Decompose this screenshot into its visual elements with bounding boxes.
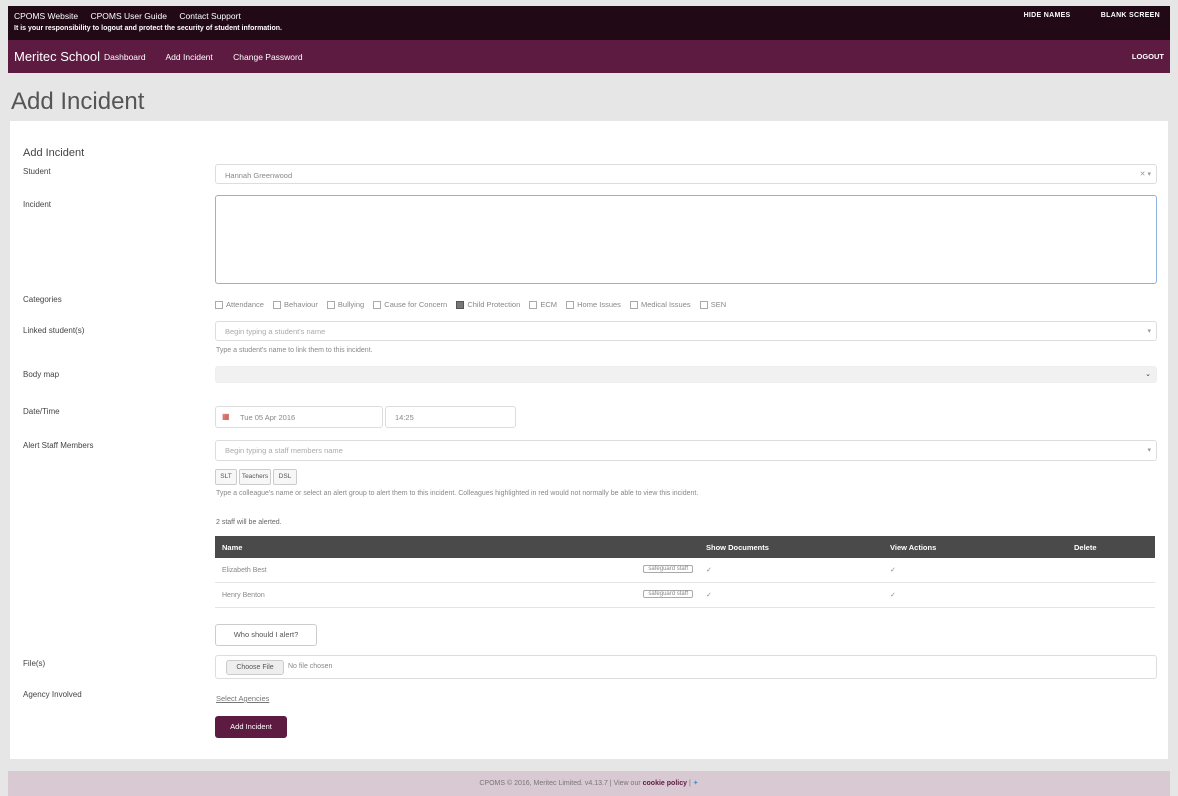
checkbox-icon [273,301,282,310]
contact-support-link[interactable]: Contact Support [179,11,240,21]
category-medical-issues[interactable]: Medical Issues [630,300,691,310]
student-value: Hannah Greenwood [225,171,293,180]
header-show-documents: Show Documents [699,536,883,558]
date-value: Tue 05 Apr 2016 [240,413,296,422]
table-row: Elizabeth Best safeguard staff ✓ ✓ [215,558,1155,583]
files-label: File(s) [23,659,46,668]
linked-students-help: Type a student's name to link them to th… [216,347,373,354]
header-name: Name [215,536,699,558]
footer: CPOMS © 2016, Meritec Limited. v4.13.7 |… [8,771,1170,796]
body-map-select[interactable]: ⌄ [215,366,1157,383]
category-child-protection[interactable]: Child Protection [456,300,520,310]
nav-change-password[interactable]: Change Password [233,52,302,62]
category-sen[interactable]: SEN [699,300,726,310]
blank-screen-button[interactable]: BLANK SCREEN [1101,12,1160,19]
checkbox-icon [326,301,335,310]
student-label: Student [23,167,51,176]
security-warning: It is your responsibility to logout and … [14,25,282,32]
delete-cell[interactable] [1067,582,1155,608]
checkbox-icon [215,301,223,310]
top-right-actions: HIDE NAMES BLANK SCREEN [996,12,1160,19]
staff-count-text: 2 staff will be alerted. [216,519,282,526]
nav-add-incident[interactable]: Add Incident [166,52,213,62]
linked-students-input[interactable]: Begin typing a student's name ▾ [215,321,1157,341]
time-value: 14:25 [395,413,414,422]
student-select[interactable]: Hannah Greenwood ✕ ▾ [215,164,1157,184]
staff-table: Name Show Documents View Actions Delete … [215,536,1155,608]
logout-button[interactable]: LOGOUT [1132,52,1164,61]
agency-label: Agency Involved [23,690,82,699]
categories-group: Attendance Behaviour Bullying Cause for … [215,300,733,310]
select-agencies-link[interactable]: Select Agencies [216,694,269,703]
alert-staff-input[interactable]: Begin typing a staff members name ▾ [215,440,1157,461]
header-view-actions: View Actions [883,536,1067,558]
clear-caret-icon[interactable]: ✕ ▾ [1140,170,1151,178]
add-incident-button[interactable]: Add Incident [215,716,287,738]
category-attendance[interactable]: Attendance [215,300,264,310]
checkbox-icon [566,301,575,310]
no-file-text: No file chosen [288,663,333,670]
nav-links: Dashboard Add Incident Change Password [104,52,321,62]
category-ecm[interactable]: ECM [529,300,557,310]
alert-staff-help: Type a colleague's name or select an ale… [216,490,699,497]
checkbox-checked-icon [456,301,465,310]
linked-students-label: Linked student(s) [23,326,85,335]
staff-name-cell: Elizabeth Best safeguard staff [215,558,699,583]
main-nav: Meritec School Dashboard Add Incident Ch… [8,40,1170,73]
footer-text: CPOMS © 2016, Meritec Limited. v4.13.7 |… [479,780,641,787]
chevron-down-icon[interactable]: ▾ [1147,446,1151,454]
category-bullying[interactable]: Bullying [326,300,364,310]
header-delete: Delete [1067,536,1155,558]
checkbox-icon [630,301,639,310]
twitter-icon[interactable]: ✦ [693,780,699,787]
categories-label: Categories [23,295,62,304]
datetime-label: Date/Time [23,407,60,416]
choose-file-button[interactable]: Choose File [226,660,284,675]
who-should-i-alert-button[interactable]: Who should I alert? [215,624,317,646]
incident-textarea[interactable] [215,195,1157,284]
category-cause-for-concern[interactable]: Cause for Concern [373,300,447,310]
time-input[interactable]: 14:25 [385,406,516,428]
hide-names-button[interactable]: HIDE NAMES [1024,12,1071,19]
calendar-icon[interactable]: ▦ [222,412,230,421]
show-documents-check[interactable]: ✓ [699,582,883,608]
alert-group-dsl[interactable]: DSL [273,469,297,485]
form-title: Add Incident [23,147,85,159]
alert-staff-label: Alert Staff Members [23,441,94,450]
category-behaviour[interactable]: Behaviour [273,300,318,310]
view-actions-check[interactable]: ✓ [883,558,1067,583]
view-actions-check[interactable]: ✓ [883,582,1067,608]
chevron-down-icon[interactable]: ▾ [1147,327,1151,335]
file-input[interactable]: Choose File No file chosen [215,655,1157,679]
linked-students-placeholder: Begin typing a student's name [225,327,326,336]
incident-label: Incident [23,200,52,209]
top-links: CPOMS Website CPOMS User Guide Contact S… [14,11,251,21]
staff-table-header: Name Show Documents View Actions Delete [215,536,1155,558]
alert-staff-placeholder: Begin typing a staff members name [225,446,343,455]
checkbox-icon [373,301,382,310]
checkbox-icon [699,301,708,310]
school-brand[interactable]: Meritec School [14,49,100,64]
staff-tag: safeguard staff [643,565,693,573]
alert-group-teachers[interactable]: Teachers [239,469,271,485]
checkbox-icon [529,301,538,310]
cookie-policy-link[interactable]: cookie policy [643,780,687,787]
body-map-label: Body map [23,370,60,379]
top-bar: CPOMS Website CPOMS User Guide Contact S… [8,6,1170,40]
chevron-down-icon[interactable]: ⌄ [1145,370,1151,378]
table-row: Henry Benton safeguard staff ✓ ✓ [215,582,1155,608]
footer-sep: | [688,780,691,787]
cpoms-website-link[interactable]: CPOMS Website [14,11,78,21]
page-title: Add Incident [11,88,145,115]
staff-name-cell: Henry Benton safeguard staff [215,582,699,608]
delete-cell[interactable] [1067,558,1155,583]
category-home-issues[interactable]: Home Issues [566,300,621,310]
cpoms-user-guide-link[interactable]: CPOMS User Guide [90,11,167,21]
staff-tag: safeguard staff [643,590,693,598]
date-input[interactable]: ▦ Tue 05 Apr 2016 [215,406,383,428]
show-documents-check[interactable]: ✓ [699,558,883,583]
alert-group-slt[interactable]: SLT [215,469,237,485]
nav-dashboard[interactable]: Dashboard [104,52,146,62]
